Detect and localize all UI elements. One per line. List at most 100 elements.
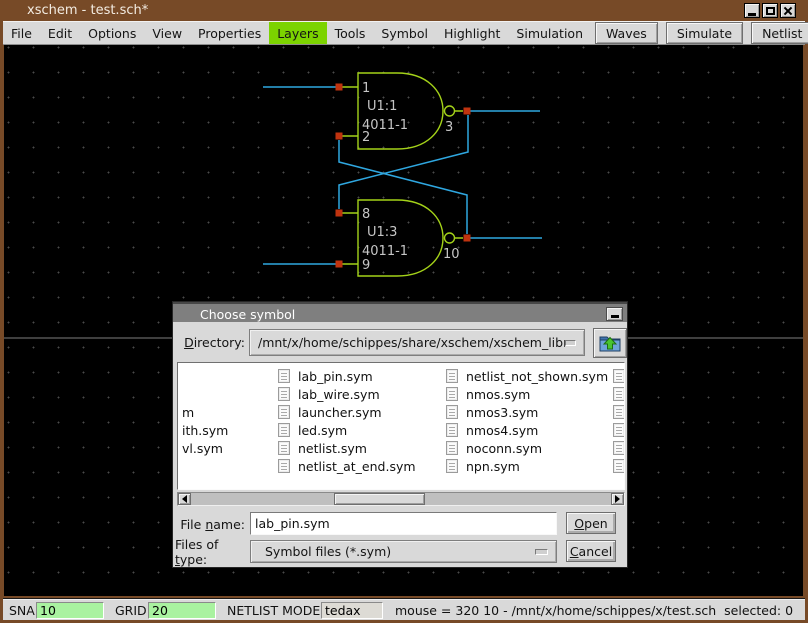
file-item[interactable]: noconn.sym: [446, 440, 542, 456]
scroll-left-icon: [178, 495, 187, 503]
file-item[interactable]: npn.sym: [446, 458, 520, 474]
directory-value: /mnt/x/home/schippes/share/xschem/xschem…: [258, 335, 565, 350]
gate1-out-label: 3: [445, 120, 453, 135]
simulate-button[interactable]: Simulate: [666, 22, 743, 44]
file-item[interactable]: m: [182, 404, 194, 420]
netlist-mode-label: NETLIST MODE:: [227, 599, 324, 621]
dialog-titlebar[interactable]: Choose symbol: [173, 302, 627, 322]
file-item[interactable]: nmos3.sym: [446, 404, 538, 420]
cancel-button[interactable]: Cancel: [566, 540, 616, 562]
netlist-mode-input[interactable]: [321, 602, 383, 619]
file-name-input[interactable]: [250, 512, 557, 535]
file-icon: [446, 369, 458, 383]
files-of-type-combobox[interactable]: Symbol files (*.sym): [250, 540, 557, 563]
file-icon: [446, 423, 458, 437]
file-item[interactable]: ith.sym: [182, 422, 228, 438]
folder-up-icon: [598, 333, 622, 353]
file-icon: [278, 387, 290, 401]
nand-gate-1-bubble: [445, 106, 455, 116]
minimize-button[interactable]: [744, 3, 760, 18]
file-item[interactable]: lab_pin.sym: [278, 368, 373, 384]
menu-tools[interactable]: Tools: [327, 22, 374, 44]
grid-input[interactable]: [148, 602, 216, 619]
file-item[interactable]: [613, 458, 625, 474]
file-item[interactable]: led.sym: [278, 422, 347, 438]
menu-symbol[interactable]: Symbol: [373, 22, 436, 44]
file-icon: [613, 423, 625, 437]
dropdown-dash-icon: [535, 549, 548, 555]
netlist-button[interactable]: Netlist: [751, 22, 808, 44]
directory-combobox[interactable]: /mnt/x/home/schippes/share/xschem/xschem…: [249, 329, 585, 356]
menu-highlight[interactable]: Highlight: [436, 22, 508, 44]
file-item[interactable]: netlist_at_end.sym: [278, 458, 416, 474]
menu-properties[interactable]: Properties: [190, 22, 269, 44]
xschem-window: { "window": { "title": "xschem - test.sc…: [0, 0, 808, 623]
nand-gate-2: [340, 200, 463, 276]
file-item[interactable]: netlist_not_shown.sym: [446, 368, 608, 384]
gate2-value-label: 4011-1: [362, 244, 408, 259]
pin-square: [336, 261, 343, 268]
waves-button[interactable]: Waves: [595, 22, 658, 44]
file-item[interactable]: netlist.sym: [278, 440, 367, 456]
menubar: File Edit Options View Properties Layers…: [3, 21, 805, 45]
menu-edit[interactable]: Edit: [40, 22, 80, 44]
gate1-pin-a-label: 1: [362, 81, 370, 96]
file-icon: [278, 369, 290, 383]
file-item[interactable]: lab_wire.sym: [278, 386, 380, 402]
window-titlebar[interactable]: xschem - test.sch*: [0, 0, 808, 21]
file-item[interactable]: nmos.sym: [446, 386, 530, 402]
menu-simulation[interactable]: Simulation: [508, 22, 591, 44]
wires: [263, 87, 542, 264]
maximize-icon: [766, 7, 775, 15]
file-item[interactable]: [613, 404, 625, 420]
file-icon: [613, 441, 625, 455]
file-icon: [446, 387, 458, 401]
file-item[interactable]: [613, 422, 625, 438]
scroll-left-button[interactable]: [178, 493, 191, 505]
file-item[interactable]: vl.sym: [182, 440, 223, 456]
gate2-pin-b-label: 9: [362, 258, 370, 273]
pin-square: [336, 84, 343, 91]
menu-layers[interactable]: Layers: [269, 22, 326, 44]
maximize-button[interactable]: [762, 3, 778, 18]
close-button[interactable]: [780, 3, 796, 18]
file-icon: [278, 405, 290, 419]
dialog-title: Choose symbol: [200, 307, 295, 322]
file-item[interactable]: [613, 386, 625, 402]
horizontal-scrollbar[interactable]: [177, 492, 625, 506]
gate1-pin-b-label: 2: [362, 130, 370, 145]
nand-gate-1: [340, 73, 463, 149]
directory-label: Directory:: [183, 329, 245, 355]
file-item[interactable]: launcher.sym: [278, 404, 382, 420]
scroll-right-button[interactable]: [611, 493, 624, 505]
dropdown-dash-icon: [565, 340, 576, 346]
gate1-ref-label: U1:1: [367, 99, 397, 114]
gate2-ref-label: U1:3: [367, 225, 397, 240]
dialog-minimize-button[interactable]: [606, 307, 623, 321]
scrollbar-thumb[interactable]: [334, 493, 425, 505]
file-icon: [613, 405, 625, 419]
menu-file[interactable]: File: [3, 22, 40, 44]
file-list: m ith.sym vl.sym lab_pin.sym lab_wire.sy…: [177, 362, 625, 490]
pin-square: [464, 235, 471, 242]
close-icon: [783, 6, 793, 16]
menu-options[interactable]: Options: [80, 22, 144, 44]
file-item[interactable]: [613, 440, 625, 456]
file-icon: [278, 459, 290, 473]
file-item[interactable]: [613, 368, 625, 384]
choose-symbol-dialog: Choose symbol Directory: /mnt/x/home/sch…: [172, 301, 628, 568]
up-directory-button[interactable]: [593, 328, 627, 358]
file-icon: [278, 423, 290, 437]
files-of-type-value: Symbol files (*.sym): [265, 544, 391, 559]
file-icon: [278, 441, 290, 455]
file-icon: [446, 441, 458, 455]
file-item[interactable]: nmos4.sym: [446, 422, 538, 438]
file-icon: [446, 459, 458, 473]
open-button[interactable]: Open: [566, 512, 616, 534]
file-icon: [613, 387, 625, 401]
nand-gate-2-bubble: [445, 233, 455, 243]
menu-view[interactable]: View: [144, 22, 190, 44]
snap-input[interactable]: [36, 602, 104, 619]
file-name-label: File name:: [179, 513, 245, 535]
minimize-icon: [748, 13, 756, 16]
